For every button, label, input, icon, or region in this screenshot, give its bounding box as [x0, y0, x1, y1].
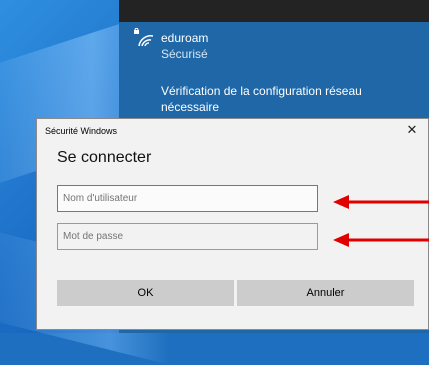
red-arrow-icon — [333, 195, 429, 209]
network-status: Sécurisé — [161, 47, 208, 61]
ok-button[interactable]: OK — [57, 280, 234, 306]
username-field[interactable] — [57, 185, 318, 212]
dialog-window-title: Sécurité Windows — [45, 126, 118, 136]
windows-security-dialog: Sécurité Windows ✕ Se connecter OK Annul… — [36, 118, 429, 330]
password-field[interactable] — [57, 223, 318, 250]
wifi-lock-icon — [134, 28, 154, 47]
close-icon[interactable]: ✕ — [404, 122, 420, 138]
flyout-top-bar — [119, 0, 429, 22]
network-name[interactable]: eduroam — [161, 31, 208, 45]
cancel-button[interactable]: Annuler — [237, 280, 414, 306]
red-arrow-icon — [333, 233, 429, 247]
network-message: Vérification de la configuration réseau … — [161, 84, 362, 114]
dialog-heading: Se connecter — [57, 149, 152, 166]
